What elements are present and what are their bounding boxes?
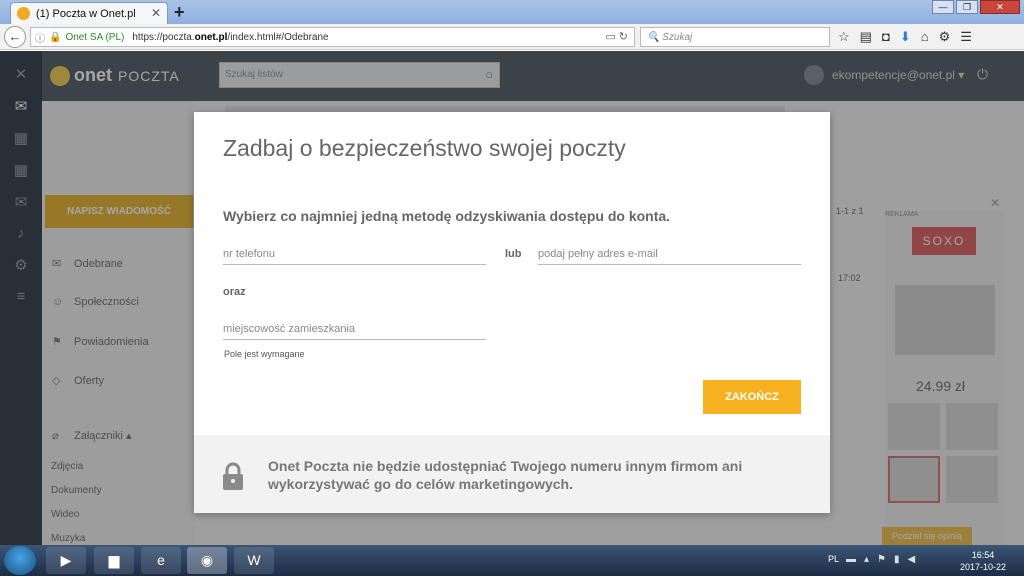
volume-icon[interactable]: ◀: [908, 554, 916, 565]
required-note: Pole jest wymagane: [224, 349, 305, 359]
browser-tab-bar: (1) Poczta w Onet.pl ✕ + — ❐ ✕: [0, 0, 1024, 24]
bookmark-star-icon[interactable]: ☆: [838, 29, 850, 45]
pocket-icon[interactable]: ◘: [882, 29, 890, 45]
toolbar-icons: ☆ ▤ ◘ ⬇ ⌂ ⚙ ☰: [838, 29, 972, 45]
restore-icon[interactable]: ❐: [956, 0, 978, 14]
search-icon: 🔍: [647, 31, 663, 43]
taskbar: ▶ ▆ e ◉ W PL ▬ ▴ ⚑ ▮ ◀ 16:54 2017-10-22: [0, 545, 1024, 576]
menu-icon[interactable]: ☰: [960, 29, 972, 45]
system-clock[interactable]: 16:54 2017-10-22: [960, 549, 1006, 573]
or-label: lub: [505, 248, 522, 260]
file-explorer-icon[interactable]: ▆: [94, 547, 134, 574]
window-controls: — ❐ ✕: [930, 0, 1020, 14]
close-tab-icon[interactable]: ✕: [151, 6, 161, 20]
and-label: oraz: [223, 286, 246, 298]
new-tab-button[interactable]: +: [174, 2, 185, 23]
email-field[interactable]: podaj pełny adres e-mail: [538, 248, 801, 265]
finish-button[interactable]: ZAKOŃCZ: [703, 380, 801, 414]
browser-tab[interactable]: (1) Poczta w Onet.pl ✕: [10, 2, 168, 24]
media-player-icon[interactable]: ▶: [46, 547, 86, 574]
reading-list-icon[interactable]: ▤: [860, 29, 872, 45]
close-window-icon[interactable]: ✕: [980, 0, 1020, 14]
url-text: https://poczta.onet.pl/index.html#/Odebr…: [132, 31, 329, 43]
flag-icon[interactable]: ⚑: [877, 554, 886, 565]
info-icon[interactable]: ⓘ: [35, 30, 45, 45]
network-icon[interactable]: ▮: [894, 554, 900, 565]
home-icon[interactable]: ⌂: [921, 29, 929, 45]
tab-title: (1) Poczta w Onet.pl: [36, 7, 136, 20]
tray-icons: ▬ ▴ ⚑ ▮ ◀: [846, 554, 915, 565]
padlock-icon: [223, 462, 243, 490]
firefox-icon[interactable]: ◉: [187, 547, 227, 574]
chevron-up-icon[interactable]: ▴: [864, 554, 869, 565]
city-field[interactable]: miejscowość zamieszkania: [223, 323, 486, 340]
language-indicator[interactable]: PL: [828, 554, 839, 564]
phone-field[interactable]: nr telefonu: [223, 248, 486, 265]
privacy-note: Onet Poczta nie będzie udostępniać Twoje…: [268, 458, 743, 492]
onet-favicon-icon: [17, 7, 30, 20]
lock-icon: 🔒: [49, 31, 62, 43]
minimize-icon[interactable]: —: [932, 0, 954, 14]
download-icon[interactable]: ⬇: [900, 29, 911, 45]
browser-nav-bar: ← ⓘ 🔒 Onet SA (PL) https://poczta.onet.p…: [0, 24, 1024, 50]
screen: (1) Poczta w Onet.pl ✕ + — ❐ ✕ ← ⓘ 🔒 One…: [0, 0, 1024, 576]
word-icon[interactable]: W: [234, 547, 274, 574]
sync-icon[interactable]: ⚙: [939, 29, 951, 45]
modal-subtitle: Wybierz co najmniej jedną metodę odzyski…: [223, 208, 671, 224]
keyboard-icon[interactable]: ▬: [846, 554, 856, 565]
browser-search-input[interactable]: 🔍 Szukaj: [640, 27, 830, 47]
back-button[interactable]: ←: [4, 26, 26, 48]
modal-title: Zadbaj o bezpieczeństwo swojej poczty: [223, 135, 626, 161]
address-bar[interactable]: ⓘ 🔒 Onet SA (PL) https://poczta.onet.pl/…: [30, 27, 635, 47]
start-button[interactable]: [4, 546, 36, 575]
reload-icon[interactable]: ▭ ↻: [605, 30, 628, 43]
modal-footer: Onet Poczta nie będzie udostępniać Twoje…: [194, 435, 830, 513]
ssl-owner: Onet SA (PL): [65, 31, 125, 43]
security-modal: Zadbaj o bezpieczeństwo swojej poczty Wy…: [194, 112, 830, 513]
internet-explorer-icon[interactable]: e: [141, 547, 181, 574]
